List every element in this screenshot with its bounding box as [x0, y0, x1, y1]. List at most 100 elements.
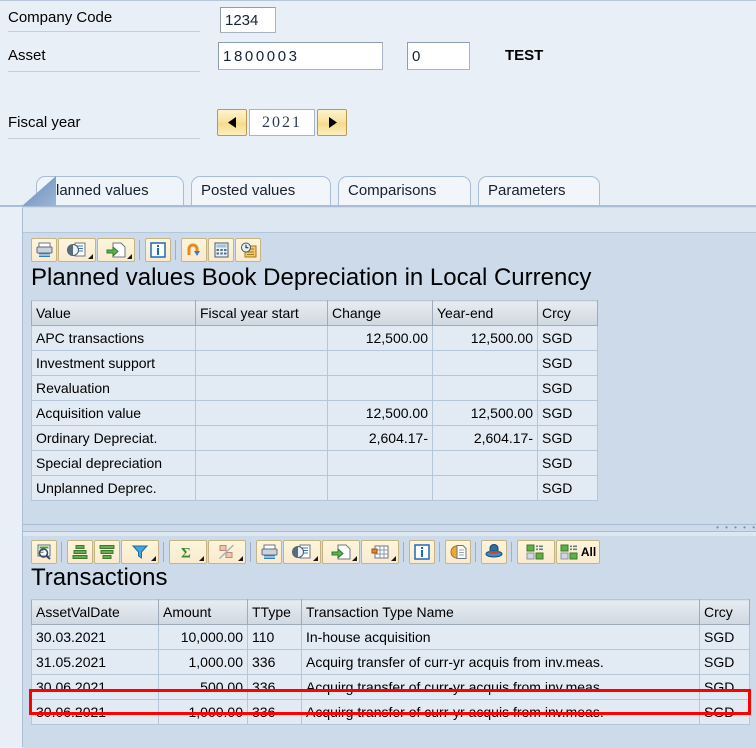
- undo-icon[interactable]: [181, 238, 207, 262]
- sort-ascending-icon[interactable]: [67, 540, 93, 564]
- cell-year-end[interactable]: [432, 375, 538, 401]
- cell-transaction-type-name[interactable]: In-house acquisition: [301, 624, 700, 650]
- table-row[interactable]: 30.06.2021 1,000.00 336 Acquirg transfer…: [31, 699, 750, 725]
- cell-change[interactable]: [327, 450, 433, 476]
- company-code-input[interactable]: [220, 7, 276, 33]
- cell-ttype[interactable]: 336: [247, 674, 302, 700]
- print-preview-icon[interactable]: [58, 238, 96, 262]
- cell-assetvaldate[interactable]: 31.05.2021: [31, 649, 159, 675]
- cell-ttype[interactable]: 110: [247, 624, 302, 650]
- tab-parameters[interactable]: Parameters: [478, 176, 600, 206]
- table-row[interactable]: APC transactions 12,500.00 12,500.00 SGD: [31, 325, 598, 351]
- subtotal-icon[interactable]: [208, 540, 246, 564]
- cell-crcy[interactable]: SGD: [537, 400, 598, 426]
- cell-amount[interactable]: 500.00: [158, 674, 248, 700]
- fiscal-year-previous-button[interactable]: [217, 109, 247, 136]
- cell-crcy[interactable]: SGD: [537, 475, 598, 501]
- cell-amount[interactable]: 1,000.00: [158, 699, 248, 725]
- table-row[interactable]: 30.03.2021 10,000.00 110 In-house acquis…: [31, 624, 750, 650]
- asset-number-input[interactable]: [218, 42, 383, 70]
- table-row[interactable]: 31.05.2021 1,000.00 336 Acquirg transfer…: [31, 649, 750, 675]
- cell-fiscal-year-start[interactable]: [195, 425, 328, 451]
- spreadsheet-icon[interactable]: [361, 540, 399, 564]
- history-icon[interactable]: [235, 238, 261, 262]
- column-header-ttype[interactable]: TType: [247, 599, 302, 625]
- cell-crcy[interactable]: SGD: [537, 325, 598, 351]
- calculator-icon[interactable]: [208, 238, 234, 262]
- column-header-crcy[interactable]: Crcy: [699, 599, 750, 625]
- info-icon[interactable]: [409, 540, 435, 564]
- cell-value[interactable]: APC transactions: [31, 325, 196, 351]
- sort-descending-icon[interactable]: [94, 540, 120, 564]
- column-header-transaction-type-name[interactable]: Transaction Type Name: [301, 599, 700, 625]
- print-icon[interactable]: [256, 540, 282, 564]
- cell-year-end[interactable]: 12,500.00: [432, 400, 538, 426]
- asset-subnumber-input[interactable]: [407, 42, 470, 70]
- column-header-fiscal-year-start[interactable]: Fiscal year start: [195, 300, 328, 326]
- column-header-assetvaldate[interactable]: AssetValDate: [31, 599, 159, 625]
- layout-select-icon[interactable]: [517, 540, 555, 564]
- cell-value[interactable]: Ordinary Depreciat.: [31, 425, 196, 451]
- cell-change[interactable]: [327, 475, 433, 501]
- column-header-amount[interactable]: Amount: [158, 599, 248, 625]
- cell-year-end[interactable]: [432, 450, 538, 476]
- cell-change[interactable]: [327, 350, 433, 376]
- detail-magnifier-icon[interactable]: [31, 540, 57, 564]
- panel-splitter[interactable]: • • • • •: [23, 524, 756, 532]
- cell-transaction-type-name[interactable]: Acquirg transfer of curr-yr acquis from …: [301, 699, 700, 725]
- cell-value[interactable]: Investment support: [31, 350, 196, 376]
- cell-ttype[interactable]: 336: [247, 649, 302, 675]
- cell-year-end[interactable]: [432, 475, 538, 501]
- cell-transaction-type-name[interactable]: Acquirg transfer of curr-yr acquis from …: [301, 649, 700, 675]
- cell-change[interactable]: 2,604.17-: [327, 425, 433, 451]
- cell-fiscal-year-start[interactable]: [195, 450, 328, 476]
- layout-all-icon[interactable]: All: [556, 540, 600, 564]
- table-row[interactable]: Revaluation SGD: [31, 375, 598, 401]
- print-icon[interactable]: [31, 238, 57, 262]
- cell-fiscal-year-start[interactable]: [195, 475, 328, 501]
- cell-change[interactable]: 12,500.00: [327, 400, 433, 426]
- cell-crcy[interactable]: SGD: [537, 450, 598, 476]
- table-row[interactable]: 30.06.2021 500.00 336 Acquirg transfer o…: [31, 674, 750, 700]
- tab-planned-values[interactable]: Planned values: [36, 176, 184, 206]
- print-preview-icon[interactable]: [283, 540, 321, 564]
- info-icon[interactable]: [145, 238, 171, 262]
- cell-change[interactable]: [327, 375, 433, 401]
- cell-change[interactable]: 12,500.00: [327, 325, 433, 351]
- export-icon[interactable]: [322, 540, 360, 564]
- cell-year-end[interactable]: 12,500.00: [432, 325, 538, 351]
- cell-fiscal-year-start[interactable]: [195, 400, 328, 426]
- cell-crcy[interactable]: SGD: [699, 624, 750, 650]
- cell-transaction-type-name[interactable]: Acquirg transfer of curr-yr acquis from …: [301, 674, 700, 700]
- cell-assetvaldate[interactable]: 30.06.2021: [31, 699, 159, 725]
- cell-value[interactable]: Special depreciation: [31, 450, 196, 476]
- cell-fiscal-year-start[interactable]: [195, 375, 328, 401]
- table-row[interactable]: Unplanned Deprec. SGD: [31, 475, 598, 501]
- cell-value[interactable]: Unplanned Deprec.: [31, 475, 196, 501]
- cell-crcy[interactable]: SGD: [699, 649, 750, 675]
- document-icon[interactable]: [445, 540, 471, 564]
- cell-ttype[interactable]: 336: [247, 699, 302, 725]
- sum-total-icon[interactable]: Σ: [169, 540, 207, 564]
- fiscal-year-value[interactable]: 2021: [249, 109, 315, 136]
- table-row[interactable]: Investment support SGD: [31, 350, 598, 376]
- cell-crcy[interactable]: SGD: [537, 425, 598, 451]
- column-header-year-end[interactable]: Year-end: [432, 300, 538, 326]
- tab-posted-values[interactable]: Posted values: [191, 176, 331, 206]
- cell-fiscal-year-start[interactable]: [195, 350, 328, 376]
- cell-year-end[interactable]: 2,604.17-: [432, 425, 538, 451]
- filter-icon[interactable]: [121, 540, 159, 564]
- cell-assetvaldate[interactable]: 30.03.2021: [31, 624, 159, 650]
- cell-year-end[interactable]: [432, 350, 538, 376]
- cell-value[interactable]: Acquisition value: [31, 400, 196, 426]
- cell-assetvaldate[interactable]: 30.06.2021: [31, 674, 159, 700]
- table-row[interactable]: Acquisition value 12,500.00 12,500.00 SG…: [31, 400, 598, 426]
- column-header-value[interactable]: Value: [31, 300, 196, 326]
- export-icon[interactable]: [97, 238, 135, 262]
- cell-value[interactable]: Revaluation: [31, 375, 196, 401]
- cell-crcy[interactable]: SGD: [537, 350, 598, 376]
- column-header-crcy[interactable]: Crcy: [537, 300, 598, 326]
- tab-comparisons[interactable]: Comparisons: [338, 176, 471, 206]
- cell-amount[interactable]: 1,000.00: [158, 649, 248, 675]
- cell-amount[interactable]: 10,000.00: [158, 624, 248, 650]
